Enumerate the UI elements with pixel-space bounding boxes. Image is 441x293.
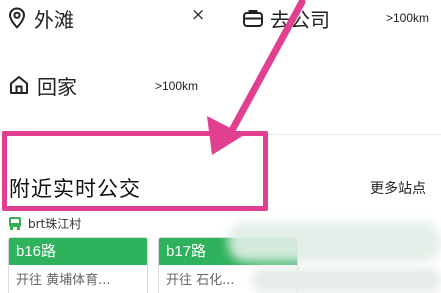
annotation-arrow [207, 0, 306, 155]
